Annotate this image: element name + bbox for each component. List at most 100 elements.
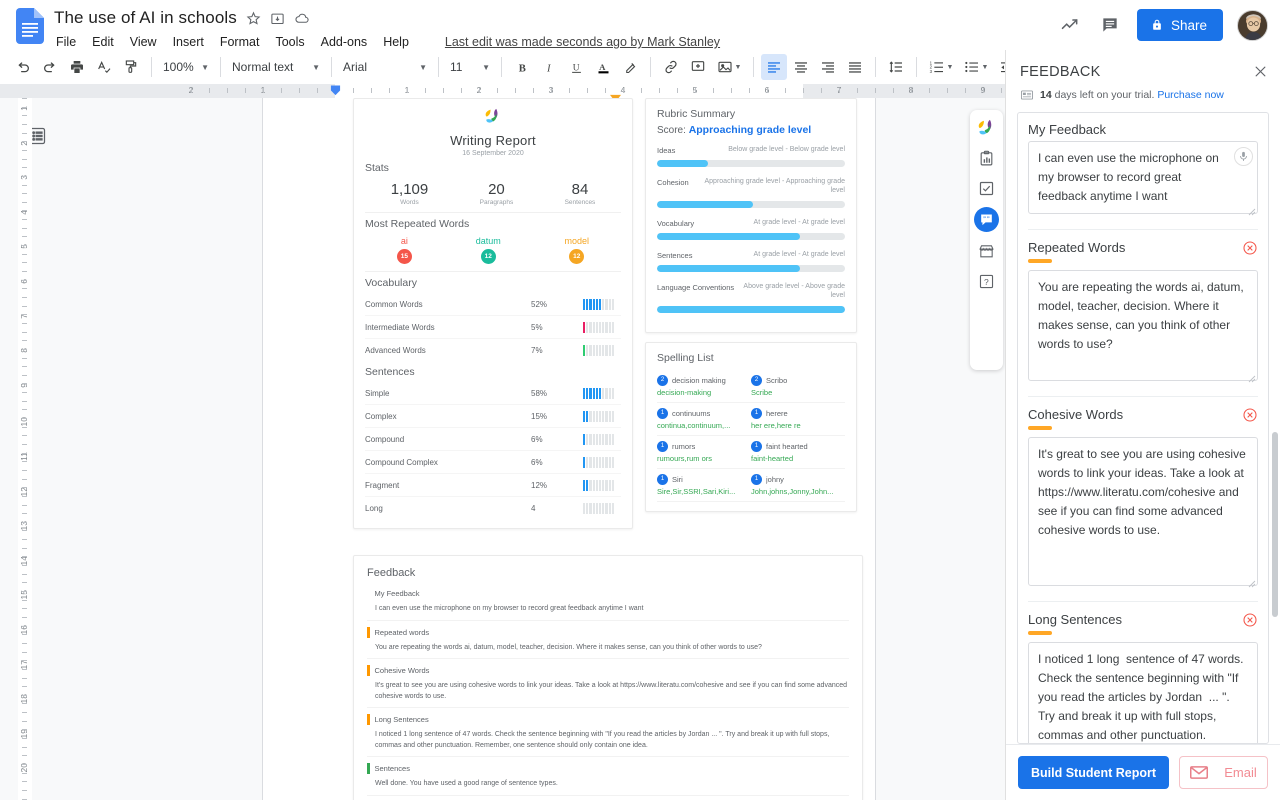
- purchase-now-link[interactable]: Purchase now: [1157, 89, 1224, 101]
- document-feedback-label: Sentences: [374, 764, 410, 773]
- bar-segment: [592, 298, 595, 310]
- menu-format[interactable]: Format: [218, 34, 262, 50]
- menu-file[interactable]: File: [54, 34, 78, 50]
- checkbox-icon[interactable]: [976, 177, 998, 199]
- sidebar-feedback-textarea-3[interactable]: I noticed 1 long sentence of 47 words. C…: [1028, 642, 1258, 743]
- repeated-word-item: datum 12: [476, 236, 501, 264]
- sentence-percent: 12%: [531, 480, 548, 490]
- build-student-report-button[interactable]: Build Student Report: [1018, 756, 1169, 789]
- rubric-item-name: Vocabulary: [657, 218, 695, 228]
- sentences-rows: Simple 58% Complex 15% Compound 6% Compo…: [365, 382, 621, 519]
- report-clipboard-icon[interactable]: [976, 147, 998, 169]
- repeated-word-text: datum: [475, 236, 501, 246]
- menu-tools[interactable]: Tools: [273, 34, 306, 50]
- sidebar-feedback-textarea-2[interactable]: It's great to see you are using cohesive…: [1028, 437, 1258, 586]
- paint-format-icon[interactable]: [118, 54, 144, 80]
- move-to-folder-icon[interactable]: [270, 11, 285, 26]
- menu-addons[interactable]: Add-ons: [319, 34, 370, 50]
- sidebar-feedback-textarea-1[interactable]: You are repeating the words ai, datum, m…: [1028, 270, 1258, 381]
- vertical-ruler[interactable]: 1 2 3 4 5 6 7 8 9 10 11 12 13 14 15 16 17 18 19 20: [18, 98, 32, 800]
- stat-value: 84: [571, 181, 589, 198]
- svg-text:3: 3: [929, 69, 932, 74]
- sidebar-title: FEEDBACK: [1020, 64, 1101, 80]
- text-color-icon[interactable]: A: [590, 54, 616, 80]
- menu-edit[interactable]: Edit: [90, 34, 116, 50]
- cloud-saved-icon[interactable]: [294, 11, 310, 26]
- vocabulary-label: Advanced Words: [365, 345, 426, 355]
- store-icon[interactable]: [976, 240, 998, 262]
- zoom-select[interactable]: 100% ▼: [159, 55, 213, 79]
- close-icon[interactable]: [1250, 61, 1270, 81]
- last-edit-status[interactable]: Last edit was made seconds ago by Mark S…: [445, 35, 720, 49]
- svg-text:?: ?: [984, 277, 989, 287]
- remove-section-icon[interactable]: [1242, 240, 1258, 256]
- align-left-icon[interactable]: [761, 54, 787, 80]
- page-title[interactable]: The use of AI in schools: [54, 8, 237, 28]
- bold-icon[interactable]: B: [509, 54, 535, 80]
- spelling-check-icon[interactable]: [91, 54, 117, 80]
- sidebar-scrollbar[interactable]: [1272, 432, 1278, 617]
- feedback-speech-icon[interactable]: ””: [974, 207, 999, 232]
- sidebar-feedback-textarea-0[interactable]: I can even use the microphone on my brow…: [1028, 141, 1258, 214]
- activity-dashboard-icon[interactable]: [1057, 12, 1083, 38]
- remove-section-icon[interactable]: [1242, 612, 1258, 628]
- underline-icon[interactable]: U: [563, 54, 589, 80]
- sidebar-feedback-section: Cohesive Words It's great to see you are…: [1028, 407, 1258, 602]
- bar-segment: [586, 321, 589, 333]
- vocabulary-rows: Common Words 52% Intermediate Words 5% A…: [365, 293, 621, 361]
- rubric-title: Rubric Summary: [657, 108, 736, 120]
- doc-title-row: The use of AI in schools: [54, 7, 720, 29]
- microphone-icon[interactable]: [1234, 147, 1253, 166]
- remove-section-icon[interactable]: [1242, 407, 1258, 423]
- italic-icon[interactable]: I: [536, 54, 562, 80]
- insert-image-button[interactable]: ▼: [712, 54, 746, 80]
- rubric-progress-track: [657, 305, 845, 313]
- align-justify-icon[interactable]: [842, 54, 868, 80]
- bar-segment: [589, 344, 592, 356]
- trial-status: 14 days left on your trial. Purchase now: [1020, 88, 1266, 102]
- bar-segment: [598, 410, 602, 422]
- sentence-percent: 6%: [531, 457, 543, 467]
- bar-segment: [598, 298, 602, 310]
- sentence-label: Complex: [365, 411, 397, 421]
- numbered-list-button[interactable]: 123 ▼: [924, 54, 958, 80]
- menu-help[interactable]: Help: [381, 34, 411, 50]
- document-page[interactable]: Writing Report 16 September 2020 Stats 1…: [263, 98, 875, 800]
- avatar[interactable]: [1237, 9, 1268, 41]
- bar-segment: [583, 479, 586, 491]
- bar-segment: [589, 502, 592, 514]
- spelling-item: 2 Scribo Scribe: [751, 370, 845, 403]
- scribo-logo-icon[interactable]: [976, 117, 998, 139]
- highlight-color-icon[interactable]: [617, 54, 643, 80]
- bulleted-list-button[interactable]: ▼: [959, 54, 993, 80]
- rubric-item-name: Sentences: [657, 250, 693, 260]
- bar-segment: [595, 456, 598, 468]
- font-family-select[interactable]: Arial ▼: [339, 55, 431, 79]
- star-icon[interactable]: [246, 11, 261, 26]
- chevron-down-icon: ▼: [981, 63, 989, 71]
- redo-icon[interactable]: [37, 54, 63, 80]
- insert-link-icon[interactable]: [658, 54, 684, 80]
- paragraph-style-select[interactable]: Normal text ▼: [228, 55, 324, 79]
- line-spacing-icon[interactable]: [883, 54, 909, 80]
- menu-insert[interactable]: Insert: [171, 34, 206, 50]
- docs-logo-icon[interactable]: [12, 4, 48, 48]
- stat-label: Paragraphs: [479, 199, 514, 206]
- chevron-down-icon: ▼: [734, 63, 742, 71]
- undo-icon[interactable]: [10, 54, 36, 80]
- comment-history-icon[interactable]: [1097, 12, 1123, 38]
- print-icon[interactable]: [64, 54, 90, 80]
- share-button[interactable]: Share: [1136, 9, 1223, 41]
- align-right-icon[interactable]: [815, 54, 841, 80]
- spelling-word: Scribo: [766, 375, 788, 385]
- horizontal-ruler[interactable]: 21123456789: [0, 84, 1005, 98]
- font-size-select[interactable]: 11 ▼: [446, 55, 494, 79]
- menu-view[interactable]: View: [128, 34, 159, 50]
- email-button[interactable]: Email: [1179, 756, 1268, 789]
- align-center-icon[interactable]: [788, 54, 814, 80]
- document-feedback-title: Feedback: [367, 567, 416, 579]
- feedback-accent-bar: [367, 626, 370, 638]
- add-comment-icon[interactable]: [685, 54, 711, 80]
- help-icon[interactable]: ?: [976, 270, 998, 292]
- bar-segment: [586, 387, 589, 399]
